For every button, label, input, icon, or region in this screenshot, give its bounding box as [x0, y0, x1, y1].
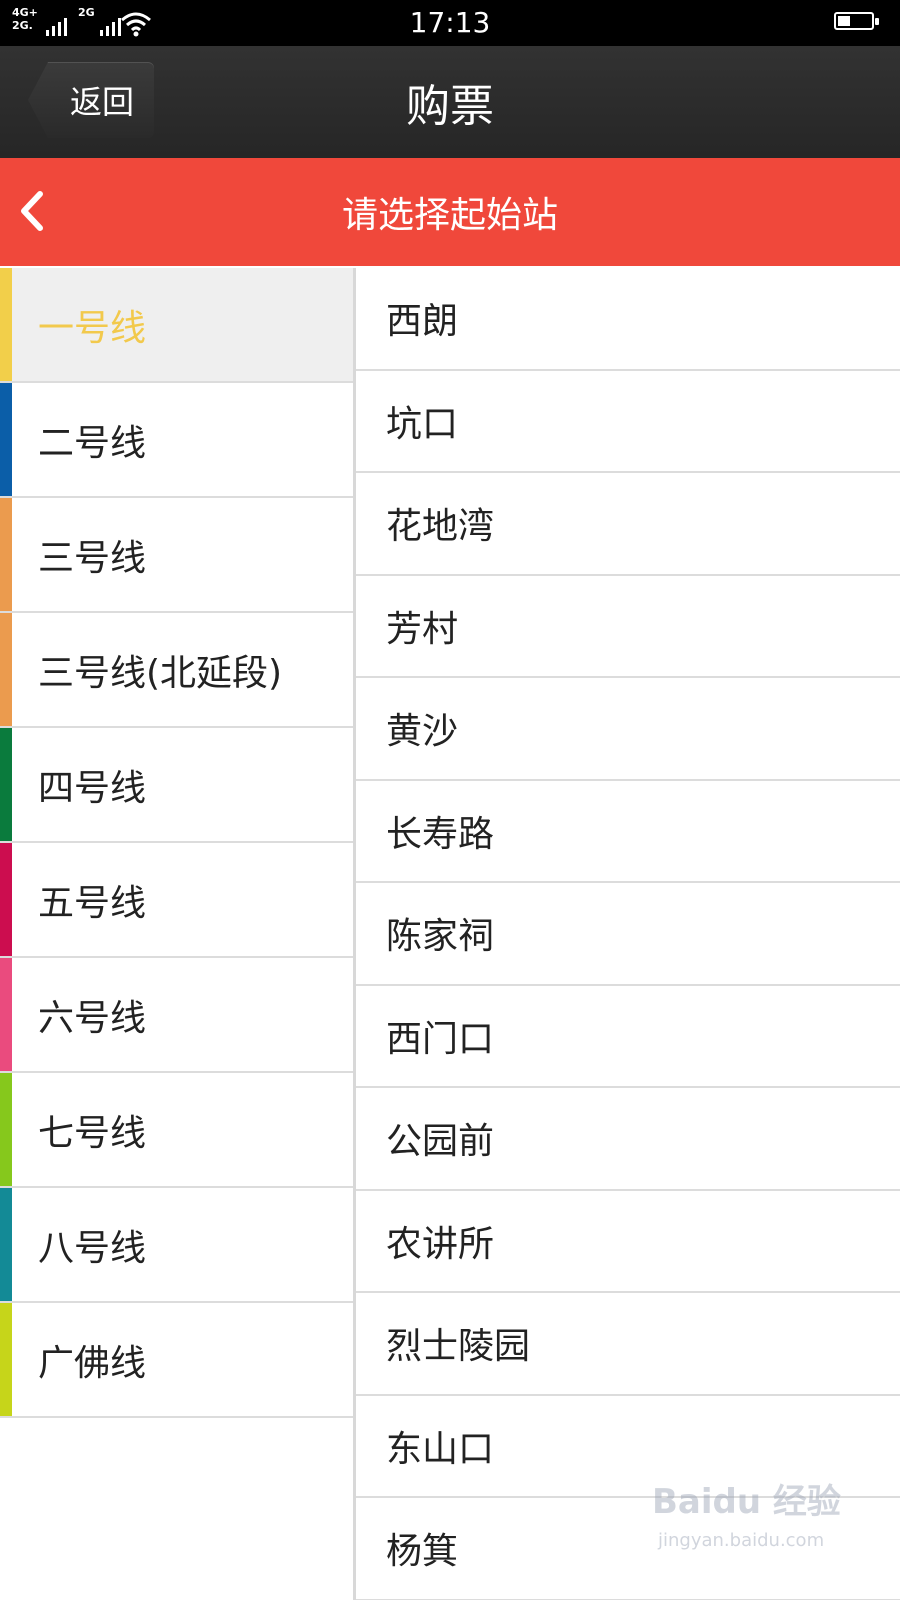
station-item[interactable]: 长寿路 [356, 781, 900, 883]
station-item[interactable]: 烈士陵园 [356, 1293, 900, 1396]
line-item[interactable]: 四号线 [0, 728, 353, 843]
station-item[interactable]: 陈家祠 [356, 883, 900, 986]
line-item[interactable]: 六号线 [0, 958, 353, 1073]
line-item[interactable]: 八号线 [0, 1188, 353, 1303]
line-color-indicator [0, 958, 12, 1071]
line-label: 五号线 [38, 882, 147, 924]
station-label: 黄沙 [386, 711, 459, 753]
station-label: 烈士陵园 [386, 1326, 531, 1368]
back-button-label: 返回 [69, 83, 134, 121]
screen: 4G+ 2G. 2G 17:13 购票 返回 请选择起始站 一号线 二号线 三号… [0, 0, 900, 1600]
station-label: 西朗 [386, 301, 459, 343]
line-label: 二号线 [38, 422, 147, 464]
line-item[interactable]: 一号线 [0, 268, 353, 383]
line-item[interactable]: 五号线 [0, 843, 353, 958]
line-label: 三号线 [38, 537, 147, 579]
app-header: 购票 返回 [0, 46, 900, 158]
line-list: 一号线二号线三号线三号线(北延段) 四号线五号线六号线七号线八号线广佛线 [0, 268, 356, 1600]
line-color-indicator [0, 613, 12, 726]
station-label: 陈家祠 [386, 916, 495, 958]
station-item[interactable]: 农讲所 [356, 1191, 900, 1293]
line-item[interactable]: 三号线 [0, 498, 353, 613]
watermark-logo: Baidu 经验 [652, 1482, 841, 1522]
chevron-left-icon[interactable] [14, 188, 50, 234]
station-item[interactable]: 公园前 [356, 1088, 900, 1191]
line-color-indicator [0, 498, 12, 611]
line-label: 一号线 [38, 307, 147, 349]
line-label: 七号线 [38, 1112, 147, 1154]
line-label: 广佛线 [38, 1342, 147, 1384]
back-button[interactable]: 返回 [28, 62, 154, 138]
station-label: 杨箕 [386, 1531, 459, 1573]
station-label: 花地湾 [386, 506, 495, 548]
line-color-indicator [0, 383, 12, 496]
line-item[interactable]: 二号线 [0, 383, 353, 498]
baidu-watermark: Baidu 经验 jingyan.baidu.com [652, 1474, 852, 1564]
sub-header-title: 请选择起始站 [341, 195, 558, 236]
line-label: 六号线 [38, 997, 147, 1039]
station-label: 东山口 [386, 1428, 495, 1470]
line-item[interactable]: 七号线 [0, 1073, 353, 1188]
station-label: 芳村 [386, 608, 459, 650]
line-label: 四号线 [38, 767, 147, 809]
line-label: 八号线 [38, 1227, 147, 1269]
line-label: 三号线(北延段) [38, 652, 283, 694]
station-item[interactable]: 坑口 [356, 371, 900, 473]
line-item[interactable]: 广佛线 [0, 1303, 353, 1418]
line-color-indicator [0, 843, 12, 956]
station-item[interactable]: 西门口 [356, 986, 900, 1088]
watermark-url: jingyan.baidu.com [658, 1530, 825, 1551]
status-time: 17:13 [409, 6, 491, 39]
station-label: 公园前 [386, 1121, 495, 1163]
station-item[interactable]: 西朗 [356, 268, 900, 371]
line-color-indicator [0, 268, 12, 381]
line-color-indicator [0, 728, 12, 841]
station-list: 西朗坑口花地湾芳村黄沙长寿路陈家祠西门口公园前农讲所烈士陵园东山口杨箕 [356, 268, 900, 1600]
line-color-indicator [0, 1303, 12, 1416]
status-bar: 4G+ 2G. 2G 17:13 [0, 0, 900, 46]
sub-header: 请选择起始站 [0, 158, 900, 266]
station-item[interactable]: 芳村 [356, 576, 900, 678]
station-item[interactable]: 黄沙 [356, 678, 900, 781]
station-label: 农讲所 [386, 1223, 495, 1265]
station-label: 西门口 [386, 1018, 495, 1060]
line-color-indicator [0, 1188, 12, 1301]
station-label: 坑口 [386, 403, 459, 445]
station-item[interactable]: 花地湾 [356, 473, 900, 576]
station-label: 长寿路 [386, 813, 495, 855]
line-item[interactable]: 三号线(北延段) [0, 613, 353, 728]
line-color-indicator [0, 1073, 12, 1186]
battery-icon [834, 12, 879, 30]
